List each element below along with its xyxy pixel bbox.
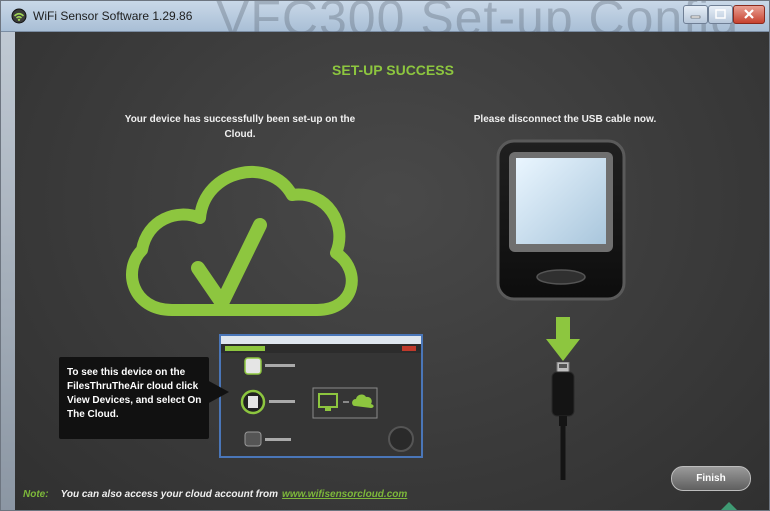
disconnect-message: Please disconnect the USB cable now. bbox=[473, 114, 657, 125]
note-text: You can also access your cloud account f… bbox=[60, 489, 279, 500]
cloud-check-icon bbox=[126, 166, 358, 316]
minimize-button[interactable] bbox=[683, 5, 708, 24]
cloud-link[interactable]: www.wifisensorcloud.com bbox=[282, 489, 407, 500]
maximize-button[interactable] bbox=[708, 5, 733, 24]
setup-success-panel: SET-UP SUCCESS Your device has successfu… bbox=[15, 32, 769, 510]
app-icon bbox=[11, 8, 27, 24]
usb-cable-icon bbox=[551, 362, 575, 480]
minimize-icon bbox=[690, 15, 701, 19]
window-title: WiFi Sensor Software 1.29.86 bbox=[33, 9, 193, 23]
instruction-callout: To see this device on the FilesThruTheAi… bbox=[59, 357, 209, 439]
finish-button[interactable]: Finish bbox=[671, 466, 751, 491]
success-message: Your device has successfully been set-up… bbox=[124, 114, 356, 140]
callout-text: To see this device on the FilesThruTheAi… bbox=[67, 367, 202, 420]
callout-pointer bbox=[207, 380, 229, 404]
down-arrow-icon bbox=[546, 317, 580, 361]
close-icon bbox=[744, 9, 754, 19]
background-window-edge bbox=[1, 32, 15, 510]
close-button[interactable] bbox=[733, 5, 765, 24]
application-window: VFC300 Set-up Config WiFi Sensor Softwar… bbox=[0, 0, 770, 511]
app-screenshot-thumbnail bbox=[221, 336, 421, 456]
page-title: SET-UP SUCCESS bbox=[332, 62, 454, 78]
maximize-icon bbox=[715, 9, 726, 19]
note-label: Note: bbox=[23, 489, 49, 500]
title-bar[interactable]: VFC300 Set-up Config WiFi Sensor Softwar… bbox=[1, 1, 769, 46]
footer-note: Note: You can also access your cloud acco… bbox=[23, 489, 407, 500]
finish-pointer-indicator bbox=[705, 502, 753, 510]
view-devices-screenshot bbox=[219, 334, 423, 458]
data-logger-device-icon bbox=[496, 139, 626, 301]
